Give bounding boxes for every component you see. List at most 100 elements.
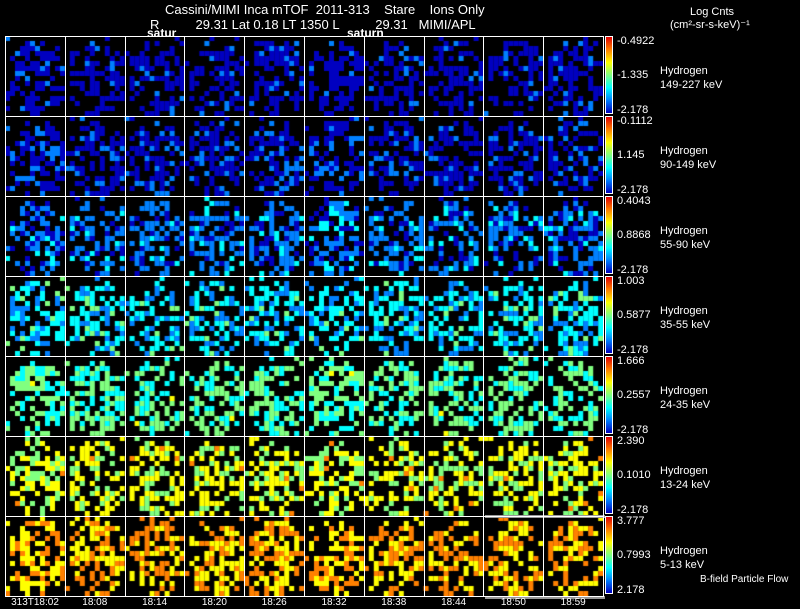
colorbar [605,356,613,434]
bfield-legend: B-field Particle Flow [700,574,789,585]
panel-frame [64,196,126,277]
colorbar-mid: 0.7993 [617,549,651,561]
row-label: Hydrogen 149-227 keV [660,64,722,92]
panel-frame [64,276,126,357]
colorbar [605,276,613,354]
panel-frame [124,36,186,117]
energy-label: 35-55 keV [660,319,711,331]
energy-label: 24-35 keV [660,399,711,411]
panel-frame [304,196,365,277]
panel-frame [64,36,126,117]
species-label: Hydrogen [660,385,708,397]
panel-frame [184,436,246,517]
panel-frame [244,436,305,517]
panel-frame [483,436,545,517]
panel-frame [483,36,545,117]
panel-frame [363,36,425,117]
row-label: Hydrogen 13-24 keV [660,464,710,492]
colorbar-max: 3.777 [617,515,645,527]
units-subtitle: (cm²-sr-s-keV)⁻¹ [670,19,750,31]
panel-frame [244,516,305,597]
plot-title: Cassini/MIMI Inca mTOF 2011-313 Stare Io… [165,2,485,17]
colorbar-mid: 0.1010 [617,469,651,481]
panel-frame [483,356,545,437]
colorbar-mid: 0.5877 [617,309,651,321]
energy-label: 5-13 keV [660,559,705,571]
panel-frame [363,276,425,357]
panel-frame [423,436,485,517]
panel-frame [5,36,66,117]
panel-frame [124,196,186,277]
panel-frame [304,436,365,517]
panel-frame [304,356,365,437]
colorbar-max: 2.390 [617,435,645,447]
panel-frame [5,196,66,277]
panel-frame [244,356,305,437]
species-label: Hydrogen [660,465,708,477]
panel-frame [124,276,186,357]
time-tick-label: 313T18:02 [11,597,59,608]
units-title: Log Cnts [690,6,735,18]
species-label: Hydrogen [660,65,708,77]
panel-frame [5,516,66,597]
energy-label: 90-149 keV [660,159,717,171]
panel-frame [543,276,604,357]
panel-frame [184,276,246,357]
colorbar [605,196,613,274]
panel-frame [5,116,66,197]
colorbar-max: 1.666 [617,355,645,367]
panel-frame [244,116,305,197]
panel-frame [363,196,425,277]
panel-frame [184,356,246,437]
time-tick-label: 18:14 [142,597,168,608]
species-label: Hydrogen [660,545,708,557]
panel-frame [5,356,66,437]
panel-frame [423,516,485,597]
panel-frame [184,36,246,117]
colorbar-max: -0.4922 [617,35,655,47]
panel-frame [124,356,186,437]
panel-frame [423,276,485,357]
colorbar-max: -0.1112 [617,115,653,127]
colorbar [605,516,613,594]
panel-frame [124,436,186,517]
panel-frame [363,436,425,517]
panel-frame [124,116,186,197]
time-tick-label: 18:38 [381,597,407,608]
inca-plot: Cassini/MIMI Inca mTOF 2011-313 Stare Io… [0,0,800,609]
panel-frame [244,36,305,117]
panel-frame [304,516,365,597]
panel-frame [363,356,425,437]
panel-frame [244,276,305,357]
time-tick-label: 18:32 [321,597,347,608]
colorbar-max: 1.003 [617,275,645,287]
species-label: Hydrogen [660,305,708,317]
panel-frame [483,116,545,197]
colorbar-mid: 1.145 [617,149,645,161]
panel-frame [64,516,126,597]
panel-frame [124,516,186,597]
panel-frame [423,36,485,117]
colorbar-mid: 0.8868 [617,229,651,241]
time-tick-label: 18:50 [500,597,526,608]
panel-frame [423,116,485,197]
panel-frame [304,116,365,197]
panel-frame [5,436,66,517]
time-tick-label: 18:20 [201,597,227,608]
panel-frame [543,36,604,117]
row-label: Hydrogen 35-55 keV [660,304,710,332]
orbit-info: R 29.31 Lat 0.18 LT 1350 L 29.31 MIMI/AP… [150,17,476,32]
panel-frame [304,276,365,357]
panel-frame [483,196,545,277]
colorbar [605,436,613,514]
time-tick-label: 18:59 [560,597,586,608]
panel-frame [543,436,604,517]
species-label: Hydrogen [660,225,708,237]
panel-frame [363,116,425,197]
panel-frame [5,276,66,357]
energy-label: 55-90 keV [660,239,711,251]
species-label: Hydrogen [660,145,708,157]
colorbar-max: 0.4043 [617,195,651,207]
panel-frame [483,516,545,597]
panel-frame [543,196,604,277]
